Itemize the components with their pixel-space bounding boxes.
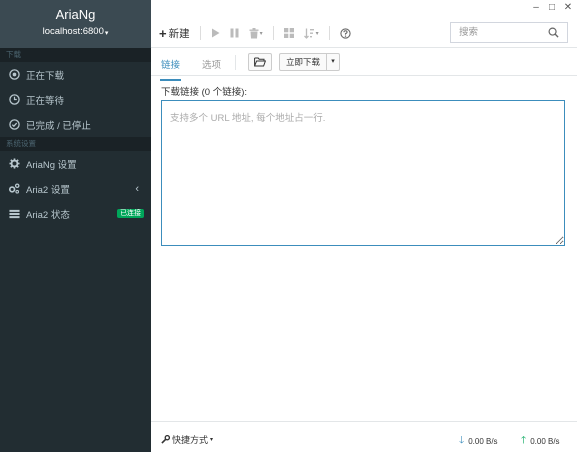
- tab-divider: [235, 55, 236, 70]
- tab-links[interactable]: 链接: [159, 57, 182, 81]
- sidebar: AriaNg localhost:6800▾ 下载 正在下载 正在等待 已完成 …: [0, 0, 151, 452]
- ariang-app: AriaNg localhost:6800▾ 下载 正在下载 正在等待 已完成 …: [0, 0, 577, 452]
- gears-icon: [8, 183, 20, 195]
- sidebar-item-label: 正在下载: [26, 70, 65, 82]
- sidebar-item-label: Aria2 状态: [26, 209, 70, 221]
- top-toolbar: – □ ✕ + 新建 ▾ ▾: [151, 0, 577, 48]
- download-circle-icon: [8, 69, 20, 81]
- new-task-panel: 链接 选项 立即下载 ▾ 下载链接 (0 个链接):: [151, 49, 577, 421]
- upload-speed: 🡑 0.00 B/s: [521, 433, 560, 450]
- gear-icon: [8, 158, 20, 170]
- connection-status-badge: 已连接: [117, 209, 144, 218]
- close-button[interactable]: ✕: [563, 2, 573, 13]
- toolbar-divider: [199, 26, 201, 40]
- arrow-down-icon: 🡓: [459, 435, 465, 446]
- folder-open-icon: [254, 57, 266, 67]
- sidebar-item-label: AriaNg 设置: [26, 159, 77, 171]
- trash-icon: [249, 27, 259, 38]
- delete-button[interactable]: ▾: [249, 27, 263, 39]
- rpc-host-label: localhost:6800: [42, 26, 104, 37]
- task-toolbar: + 新建 ▾ ▾: [159, 24, 361, 42]
- open-file-button[interactable]: [248, 53, 272, 71]
- display-mode-button[interactable]: [283, 28, 294, 38]
- clock-icon: [8, 94, 20, 106]
- sidebar-item-ariang-settings[interactable]: AriaNg 设置: [0, 151, 151, 176]
- toolbar-divider: [328, 26, 330, 40]
- download-speed-value: 0.00 B/s: [468, 437, 498, 446]
- help-button[interactable]: [339, 27, 351, 39]
- pause-icon: [230, 28, 239, 38]
- new-task-button[interactable]: + 新建: [159, 26, 190, 41]
- grid-icon: [283, 28, 294, 38]
- new-task-label: 新建: [168, 27, 190, 40]
- section-header-settings: 系统设置: [0, 137, 151, 151]
- shortcut-label: 快捷方式: [172, 435, 209, 445]
- chevron-left-icon[interactable]: ‹: [135, 183, 139, 195]
- check-circle-icon: [8, 119, 20, 131]
- pause-button[interactable]: [230, 28, 239, 38]
- tab-options[interactable]: 选项: [202, 57, 221, 71]
- start-button[interactable]: [211, 28, 220, 38]
- app-title: AriaNg: [55, 7, 96, 22]
- url-field-label: 下载链接 (0 个链接):: [161, 87, 248, 98]
- shortcut-menu[interactable]: 快捷方式 ▾: [161, 433, 213, 446]
- tab-bar: 链接 选项 立即下载 ▾: [151, 49, 577, 81]
- rpc-host-selector[interactable]: localhost:6800▾: [43, 25, 109, 41]
- sidebar-item-aria2-status[interactable]: Aria2 状态 已连接: [0, 201, 151, 226]
- sidebar-item-label: 已完成 / 已停止: [26, 120, 91, 132]
- brand-header[interactable]: AriaNg localhost:6800▾: [0, 0, 151, 48]
- download-speed: 🡓 0.00 B/s: [459, 433, 498, 450]
- sidebar-item-aria2-settings[interactable]: Aria2 设置 ‹: [0, 176, 151, 201]
- sidebar-item-downloading[interactable]: 正在下载: [0, 62, 151, 87]
- download-now-button[interactable]: 立即下载 ▾: [279, 53, 341, 71]
- search-icon[interactable]: [548, 27, 560, 39]
- help-circle-icon: [339, 27, 351, 39]
- wrench-icon: [161, 435, 170, 444]
- arrow-up-icon: 🡑: [521, 435, 527, 446]
- url-input[interactable]: [161, 100, 565, 246]
- server-icon: [8, 208, 20, 220]
- section-header-download: 下载: [0, 48, 151, 62]
- sidebar-item-waiting[interactable]: 正在等待: [0, 87, 151, 112]
- plus-icon: +: [159, 25, 167, 41]
- minimize-button[interactable]: –: [531, 2, 541, 13]
- window-controls: – □ ✕: [531, 2, 573, 13]
- status-footer: 快捷方式 ▾ 🡓 0.00 B/s 🡑 0.00 B/s: [151, 421, 577, 452]
- caret-down-icon: ▾: [104, 30, 109, 37]
- caret-down-icon[interactable]: ▾: [326, 54, 339, 70]
- maximize-button[interactable]: □: [547, 2, 557, 13]
- download-now-label: 立即下载: [286, 57, 321, 67]
- search-input[interactable]: [451, 23, 546, 42]
- sidebar-item-label: Aria2 设置: [26, 184, 70, 196]
- search-box: [450, 22, 568, 43]
- caret-down-icon: ▾: [259, 30, 263, 37]
- caret-down-icon: ▾: [210, 437, 214, 443]
- sort-icon: [303, 28, 314, 39]
- caret-down-icon: ▾: [315, 30, 319, 37]
- sort-button[interactable]: ▾: [303, 28, 319, 39]
- upload-speed-value: 0.00 B/s: [530, 437, 560, 446]
- play-icon: [211, 28, 220, 38]
- sidebar-item-label: 正在等待: [26, 95, 65, 107]
- toolbar-divider: [272, 26, 274, 40]
- sidebar-item-stopped[interactable]: 已完成 / 已停止: [0, 112, 151, 137]
